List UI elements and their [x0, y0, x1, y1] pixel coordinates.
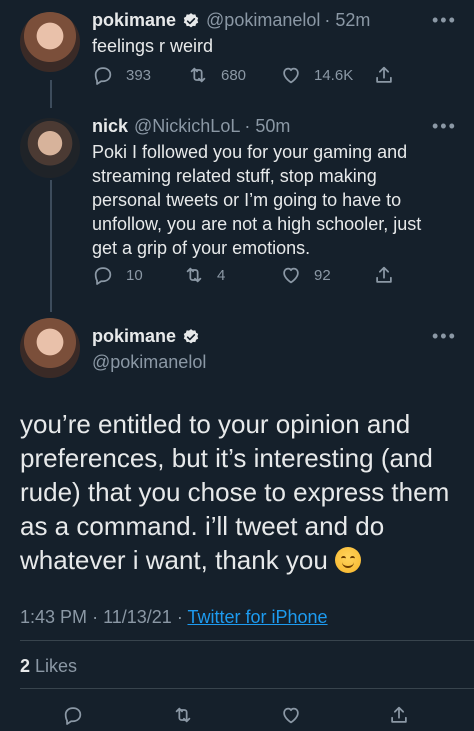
likes-label: Likes: [35, 656, 78, 676]
main-tweet-text: you’re entitled to your opinion and pref…: [20, 407, 460, 577]
retweet-icon: [190, 67, 206, 83]
share-button[interactable]: [388, 704, 410, 726]
retweet-icon: [186, 267, 202, 283]
retweet-button[interactable]: [172, 704, 194, 726]
retweet-count: 680: [221, 66, 247, 84]
tweet2-header: nick @NickichLoL · 50m: [92, 116, 290, 137]
share-icon: [391, 706, 407, 723]
main-tweet-body: you’re entitled to your opinion and pref…: [20, 409, 450, 575]
divider: [20, 688, 474, 689]
avatar-pokimane[interactable]: [20, 12, 80, 72]
retweet-icon: [175, 707, 191, 723]
tweet-text: feelings r weird: [92, 36, 214, 56]
reply-button[interactable]: 10: [92, 264, 143, 286]
share-icon: [376, 266, 392, 283]
avatar-pokimane[interactable]: [20, 318, 80, 378]
divider: [20, 640, 474, 641]
main-tweet-header: pokimane: [92, 326, 200, 347]
tweet-time[interactable]: · 50m: [244, 116, 290, 137]
user-handle[interactable]: @pokimanelol: [206, 10, 320, 31]
display-name[interactable]: pokimane: [92, 10, 176, 31]
reply-count: 10: [126, 266, 143, 284]
smiling-face-emoji-icon: [335, 547, 362, 573]
reply-icon: [94, 67, 112, 85]
likes-count: 2: [20, 656, 31, 676]
like-button[interactable]: 14.6K: [280, 64, 353, 86]
more-options-icon[interactable]: •••: [432, 10, 457, 31]
tweet1-header: pokimane @pokimanelol · 52m: [92, 10, 370, 31]
tweet-text: Poki I followed you for your gaming and …: [92, 142, 422, 258]
display-name[interactable]: nick: [92, 116, 128, 137]
heart-icon: [283, 707, 299, 724]
tweet-time[interactable]: · 52m: [324, 10, 370, 31]
retweet-button[interactable]: 680: [187, 64, 246, 86]
heart-icon: [283, 67, 299, 84]
heart-icon: [283, 267, 299, 284]
share-button[interactable]: [373, 264, 407, 286]
thread-line: [50, 180, 52, 312]
reply-button[interactable]: [62, 704, 84, 726]
tweet-date: 11/13/21: [103, 607, 172, 627]
verified-icon: [183, 12, 199, 27]
like-button[interactable]: [280, 704, 302, 726]
like-button[interactable]: 92: [280, 264, 331, 286]
avatar-nick[interactable]: [20, 118, 80, 178]
reply-count: 393: [126, 66, 152, 84]
like-count: 92: [314, 266, 331, 284]
user-handle[interactable]: @NickichLoL: [134, 116, 240, 137]
display-name[interactable]: pokimane: [92, 326, 176, 347]
reply-icon: [64, 707, 82, 725]
like-count: 14.6K: [314, 66, 354, 84]
user-handle[interactable]: @pokimanelol: [92, 352, 206, 373]
share-button[interactable]: [373, 64, 407, 86]
thread-line: [50, 80, 52, 108]
tweet-timestamp: 1:43 PM: [20, 607, 88, 627]
tweet-metadata: 1:43 PM · 11/13/21 · Twitter for iPhone: [20, 607, 328, 627]
retweet-count: 4: [217, 266, 226, 284]
reply-button[interactable]: 393: [92, 64, 151, 86]
share-icon: [376, 66, 392, 83]
reply-icon: [94, 267, 112, 285]
retweet-button[interactable]: 4: [183, 264, 225, 286]
tweet-source-link[interactable]: Twitter for iPhone: [187, 607, 327, 627]
more-options-icon[interactable]: •••: [432, 326, 457, 347]
verified-icon: [183, 328, 199, 343]
more-options-icon[interactable]: •••: [432, 116, 457, 137]
likes-summary[interactable]: 2 Likes: [20, 656, 77, 677]
